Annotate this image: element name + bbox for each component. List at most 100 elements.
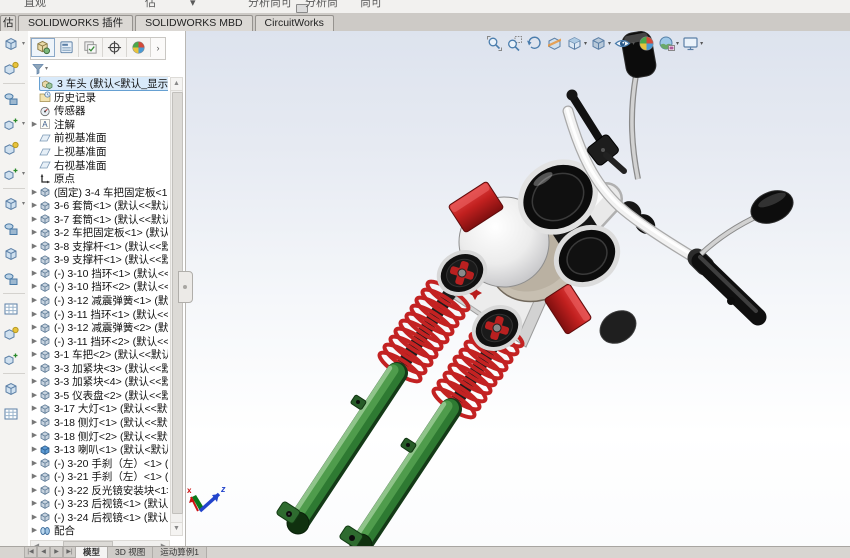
model-3d-motorcycle-head[interactable] — [186, 31, 850, 546]
tree-item[interactable]: 原点 — [30, 172, 168, 186]
insert-components-button[interactable] — [0, 56, 26, 81]
tree-item[interactable]: ▶3-3 加紧块<4> (默认<<默认>_显 — [30, 375, 168, 389]
reference-geometry-button[interactable] — [0, 241, 26, 266]
tree-expand-arrow[interactable]: ▶ — [30, 253, 39, 266]
filter-dropdown-arrow[interactable]: ▾ — [45, 65, 48, 72]
study-tab-nav-button[interactable]: ▶| — [63, 547, 76, 558]
study-tab-inactive[interactable]: 3D 视图 — [108, 547, 153, 558]
linear-component-pattern-button[interactable]: ▾ — [0, 111, 26, 136]
scroll-up-arrow[interactable]: ▲ — [171, 78, 182, 91]
view-settings-button[interactable]: ▾ — [682, 35, 703, 52]
model-grip-right[interactable] — [697, 257, 758, 317]
tree-expand-arrow[interactable]: ▶ — [30, 308, 39, 321]
display-style-button[interactable]: ▾ — [590, 35, 611, 52]
tree-item[interactable]: ▶3-17 大灯<1> (默认<<默认>_显示 — [30, 402, 168, 416]
study-tab-nav-button[interactable]: ◀ — [37, 547, 50, 558]
tree-item[interactable]: ▶(-) 3-12 减震弹簧<1> (默认<<默 — [30, 294, 168, 308]
tree-item[interactable]: ▶(-) 3-23 后视镜<1> (默认<<默认 — [30, 497, 168, 511]
study-tab-nav-button[interactable]: ▶ — [50, 547, 63, 558]
mate-button[interactable] — [0, 86, 26, 111]
view-orientation-button[interactable]: ▾ — [566, 35, 587, 52]
tree-expand-arrow[interactable]: ▶ — [30, 226, 39, 239]
tree-item[interactable]: ▶3-1 车把<2> (默认<<默认>_显示 — [30, 348, 168, 362]
tree-expand-arrow[interactable]: ▶ — [30, 186, 39, 199]
assembly-features-button[interactable] — [0, 216, 26, 241]
tree-item[interactable]: 右视基准面 — [30, 158, 168, 172]
tree-item[interactable]: ▶(-) 3-12 减震弹簧<2> (默认<<默 — [30, 321, 168, 335]
tree-item[interactable]: ▶(-) 3-10 挡环<1> (默认<<默认> — [30, 267, 168, 281]
commandmanager-tab[interactable]: SOLIDWORKS 插件 — [18, 15, 133, 31]
tree-item[interactable]: ▶3-2 车把固定板<1> (默认<<默认 — [30, 226, 168, 240]
exploded-view-button[interactable] — [0, 321, 26, 346]
tree-expand-arrow[interactable]: ▶ — [30, 240, 39, 253]
commandmanager-tab[interactable]: SOLIDWORKS MBD — [135, 15, 252, 31]
previous-view-button[interactable] — [526, 35, 543, 52]
tree-item[interactable]: 历史记录 — [30, 91, 168, 105]
tree-expand-arrow[interactable]: ▶ — [30, 375, 39, 388]
tree-item[interactable]: ▶3-3 加紧块<3> (默认<<默认>_显 — [30, 361, 168, 375]
tree-expand-arrow[interactable]: ▶ — [30, 511, 39, 524]
move-component-button[interactable]: ▾ — [0, 161, 26, 186]
zoom-to-area-button[interactable] — [506, 35, 523, 52]
tree-item[interactable]: ▶(-) 3-21 手刹（左）<1> (默认< — [30, 470, 168, 484]
tree-expand-arrow[interactable]: ▶ — [30, 199, 39, 212]
scroll-down-arrow[interactable]: ▼ — [171, 522, 182, 535]
tree-item-selected[interactable]: 3 车头 (默认<默认_显示状态-1>) — [30, 77, 168, 91]
tree-item[interactable]: ▶A注解 — [30, 118, 168, 132]
tree-expand-arrow[interactable]: ▶ — [30, 389, 39, 402]
zoom-to-fit-button[interactable] — [486, 35, 503, 52]
tree-item[interactable]: ▶(-) 3-22 反光镜安装块<1> (默认 — [30, 483, 168, 497]
tree-expand-arrow[interactable]: ▶ — [30, 362, 39, 375]
model-horn[interactable] — [594, 304, 642, 350]
panel-splitter-handle[interactable] — [178, 271, 193, 303]
tree-item[interactable]: ▶(-) 3-10 挡环<2> (默认<<默认> — [30, 280, 168, 294]
panel-tab-displaymanager[interactable] — [127, 38, 151, 57]
tree-item[interactable]: ▶3-18 侧灯<2> (默认<<默认>_显 — [30, 429, 168, 443]
explode-line-sketch-button[interactable] — [0, 346, 26, 371]
apply-scene-button[interactable]: ▾ — [658, 35, 679, 52]
tree-expand-arrow[interactable]: ▶ — [30, 429, 39, 442]
filter-funnel-icon[interactable] — [32, 63, 44, 75]
commandmanager-tab[interactable]: 估 — [0, 15, 16, 31]
take-snapshot-button[interactable] — [0, 401, 26, 426]
tree-expand-arrow[interactable]: ▶ — [30, 416, 39, 429]
tree-item[interactable]: ▶3-18 侧灯<1> (默认<<默认>_显 — [30, 416, 168, 430]
tree-item[interactable]: 传感器 — [30, 104, 168, 118]
tree-item[interactable]: ▶(-) 3-11 挡环<1> (默认<<默认> — [30, 307, 168, 321]
tree-expand-arrow[interactable]: ▶ — [30, 213, 39, 226]
tree-item[interactable]: ▶3-6 套筒<1> (默认<<默认>_显示 — [30, 199, 168, 213]
commandmanager-tab[interactable]: CircuitWorks — [255, 15, 334, 31]
tree-expand-arrow[interactable]: ▶ — [30, 294, 39, 307]
tree-item[interactable]: ▶3-13 喇叭<1> (默认<默认_显示状 — [30, 443, 168, 457]
tree-item[interactable]: ▶(-) 3-20 手刹（左）<1> (默认< — [30, 456, 168, 470]
edit-appearance-button[interactable] — [638, 35, 655, 52]
graphics-viewport[interactable]: ▾▾▾▾▾ x z — [186, 31, 850, 546]
panel-tab-dimxpertmanager[interactable] — [103, 38, 127, 57]
panel-tab-featuremanager-design-tree[interactable] — [31, 38, 55, 57]
tree-expand-arrow[interactable]: ▶ — [30, 497, 39, 510]
tree-expand-arrow[interactable]: ▶ — [30, 457, 39, 470]
tree-filter-row[interactable]: ▾ — [30, 61, 170, 77]
tree-expand-arrow[interactable]: ▶ — [30, 335, 39, 348]
tree-item[interactable]: ▶3-7 套筒<1> (默认<<默认>_显示 — [30, 212, 168, 226]
tree-item[interactable]: ▶配合 — [30, 524, 168, 538]
study-tab-inactive[interactable]: 运动算例1 — [153, 547, 207, 558]
tree-item[interactable]: ▶3-9 支撑杆<1> (默认<<默认>_显 — [30, 253, 168, 267]
tree-expand-arrow[interactable]: ▶ — [30, 280, 39, 293]
model-mirror-right[interactable] — [701, 184, 798, 254]
show-hidden-components-button[interactable]: ▾ — [0, 191, 26, 216]
smart-fasteners-button[interactable] — [0, 136, 26, 161]
panel-tab-propertymanager[interactable] — [55, 38, 79, 57]
tree-expand-arrow[interactable]: ▶ — [30, 470, 39, 483]
tree-expand-arrow[interactable]: ▶ — [30, 402, 39, 415]
tree-item[interactable]: ▶3-8 支撑杆<1> (默认<<默认>_显 — [30, 240, 168, 254]
tree-item[interactable]: ▶3-5 仪表盘<2> (默认<<默认>_显 — [30, 389, 168, 403]
tree-vertical-scrollbar[interactable]: ▲ ▼ — [170, 77, 183, 536]
tree-expand-arrow[interactable]: ▶ — [30, 118, 39, 131]
study-tab-nav-button[interactable]: |◀ — [24, 547, 37, 558]
tree-item[interactable]: ▶(-) 3-24 后视镜<1> (默认<<默认 — [30, 511, 168, 525]
tree-expand-arrow[interactable]: ▶ — [30, 267, 39, 280]
tree-expand-arrow[interactable]: ▶ — [30, 524, 39, 537]
bill-of-materials-button[interactable] — [0, 296, 26, 321]
section-view-button[interactable] — [546, 35, 563, 52]
